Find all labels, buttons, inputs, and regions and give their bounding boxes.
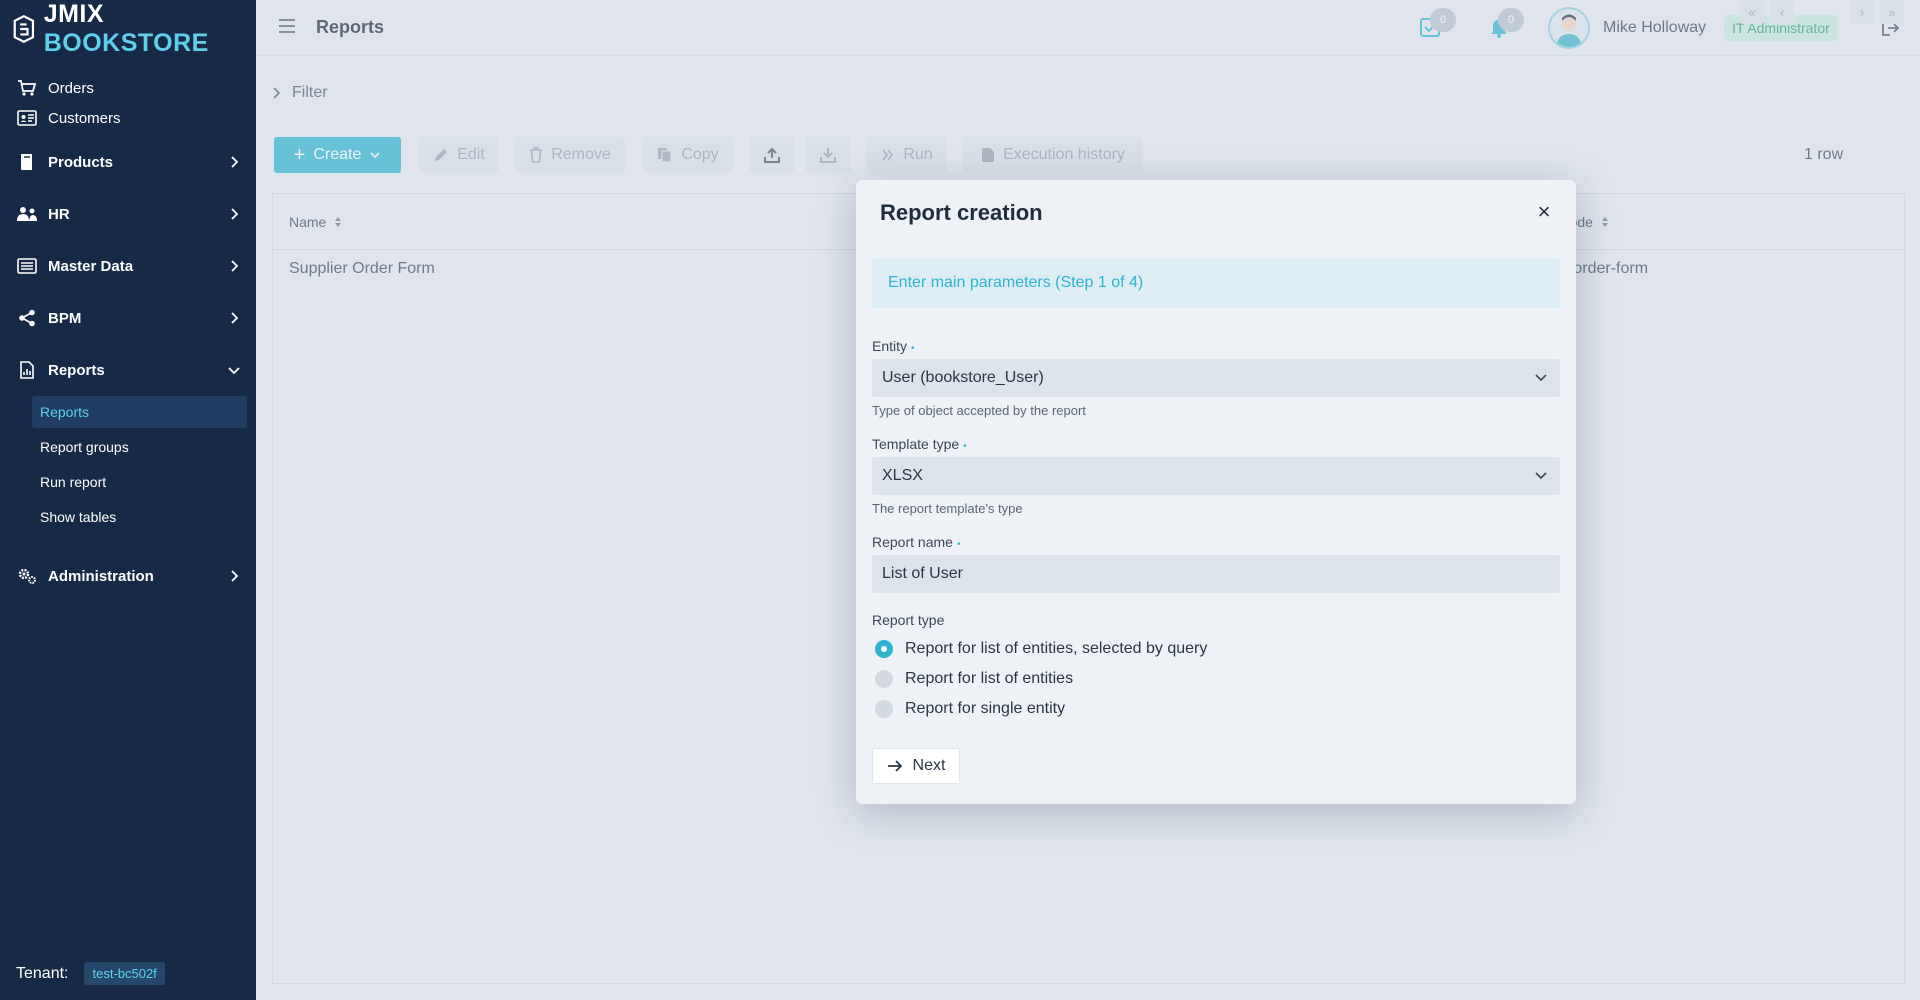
tenant-badge: test-bc502f	[84, 962, 165, 985]
template-type-select[interactable]: XLSX	[872, 457, 1560, 495]
chevron-down-icon	[1535, 472, 1547, 480]
entity-select[interactable]: User (bookstore_User)	[872, 359, 1560, 397]
sidebar-subitem-run-report[interactable]: Run report	[32, 466, 247, 498]
chevron-down-icon	[228, 367, 240, 375]
sidebar-item-label: HR	[48, 205, 70, 223]
report-type-option-query[interactable]: Report for list of entities, selected by…	[875, 640, 1207, 658]
sidebar-item-hr[interactable]: HR	[0, 196, 256, 232]
chevron-right-icon	[231, 208, 239, 220]
sidebar-item-label: Orders	[48, 79, 94, 97]
users-icon	[16, 204, 38, 224]
chevron-down-icon	[1535, 374, 1547, 382]
gears-icon	[16, 566, 38, 586]
sidebar-item-administration[interactable]: Administration	[0, 558, 256, 594]
entity-hint: Type of object accepted by the report	[872, 403, 1086, 418]
brand[interactable]: JMIX BOOKSTORE	[12, 0, 256, 57]
arrow-right-icon	[887, 760, 902, 772]
chevron-right-icon	[231, 156, 239, 168]
sidebar-item-label: Products	[48, 153, 114, 171]
sidebar-subitem-reports[interactable]: Reports	[32, 396, 247, 428]
list-icon	[16, 256, 38, 276]
report-creation-dialog: Report creation × Enter main parameters …	[856, 180, 1576, 804]
sidebar-subitem-report-groups[interactable]: Report groups	[32, 431, 247, 463]
sidebar-item-label: Administration	[48, 567, 154, 585]
sidebar-subitem-show-tables[interactable]: Show tables	[32, 501, 247, 533]
cart-icon	[16, 78, 38, 98]
next-button[interactable]: Next	[872, 748, 960, 784]
sidebar: JMIX BOOKSTORE Orders Customers Products	[0, 0, 256, 1000]
report-icon	[16, 360, 38, 380]
radio-button-selected[interactable]	[875, 640, 893, 658]
sidebar-item-customers[interactable]: Customers	[0, 100, 256, 136]
sidebar-item-bpm[interactable]: BPM	[0, 300, 256, 336]
sidebar-item-products[interactable]: Products	[0, 144, 256, 180]
chevron-right-icon	[231, 570, 239, 582]
report-type-option-list[interactable]: Report for list of entities	[875, 670, 1073, 688]
brand-text: JMIX BOOKSTORE	[43, 0, 209, 57]
report-type-label: Report type	[872, 612, 945, 628]
dialog-title: Report creation	[880, 200, 1043, 225]
sidebar-item-label: Customers	[48, 109, 121, 127]
id-card-icon	[16, 108, 38, 128]
tenant-info: Tenant: test-bc502f	[16, 962, 165, 985]
report-type-option-single[interactable]: Report for single entity	[875, 700, 1065, 718]
sidebar-item-label: BPM	[48, 309, 82, 327]
close-icon[interactable]: ×	[1534, 201, 1554, 223]
template-type-label: Template type •	[872, 436, 967, 452]
book-icon	[16, 152, 38, 172]
modal-overlay: Report creation × Enter main parameters …	[256, 0, 1920, 1000]
report-name-input[interactable]	[872, 555, 1560, 593]
sidebar-item-label: Master Data	[48, 257, 134, 275]
template-type-hint: The report template's type	[872, 501, 1023, 516]
entity-label: Entity •	[872, 338, 915, 354]
sidebar-item-reports[interactable]: Reports	[0, 352, 256, 388]
share-icon	[16, 308, 38, 328]
report-name-label: Report name •	[872, 534, 961, 550]
jmix-logo-icon	[13, 15, 35, 43]
sidebar-item-master-data[interactable]: Master Data	[0, 248, 256, 284]
radio-button[interactable]	[875, 700, 893, 718]
sidebar-item-label: Reports	[48, 361, 105, 379]
step-banner: Enter main parameters (Step 1 of 4)	[872, 258, 1560, 308]
radio-button[interactable]	[875, 670, 893, 688]
chevron-right-icon	[231, 260, 239, 272]
chevron-right-icon	[231, 312, 239, 324]
tenant-label: Tenant:	[16, 964, 69, 982]
